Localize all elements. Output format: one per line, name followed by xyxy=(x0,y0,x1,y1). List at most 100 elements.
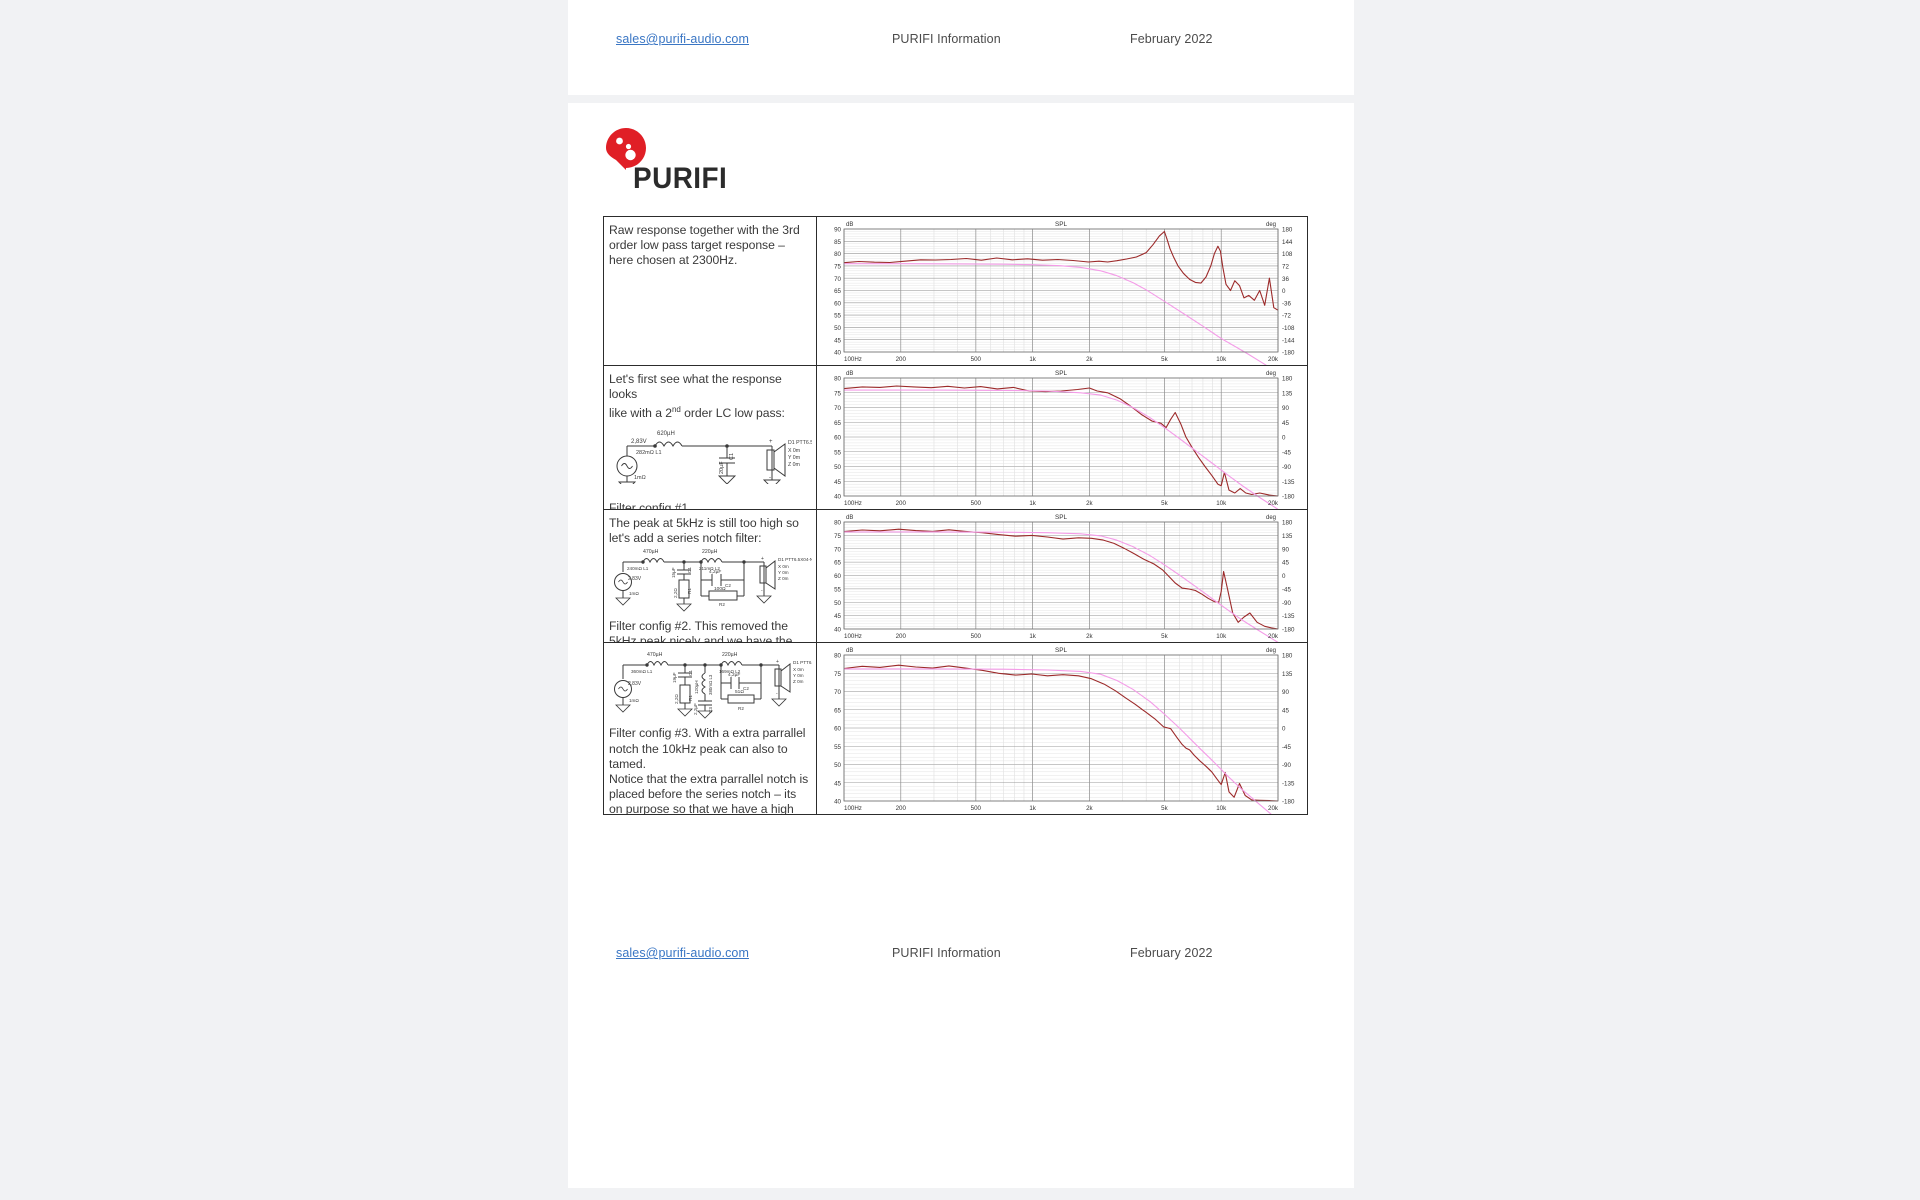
svg-text:90: 90 xyxy=(1282,546,1289,553)
svg-text:dB: dB xyxy=(846,222,853,228)
text-row-3-block-1: The peak at 5kHz is still too high so le… xyxy=(609,515,799,545)
svg-text:Y 0m: Y 0m xyxy=(788,455,800,461)
svg-text:500: 500 xyxy=(971,500,982,507)
svg-text:+: + xyxy=(776,659,779,665)
svg-text:-135: -135 xyxy=(1282,613,1295,620)
svg-text:1k: 1k xyxy=(1029,805,1036,812)
svg-text:180: 180 xyxy=(1282,653,1293,660)
right-column: 40 45 50 55 60 65 70 75 80 85 90 -180 -144 -108 -72 -36… xyxy=(817,217,1307,814)
svg-text:45: 45 xyxy=(1282,420,1289,427)
svg-text:75: 75 xyxy=(834,533,841,540)
svg-text:-135: -135 xyxy=(1282,479,1295,486)
svg-text:51Ω: 51Ω xyxy=(735,689,744,695)
svg-text:45: 45 xyxy=(834,479,841,486)
svg-text:-180: -180 xyxy=(1282,626,1295,633)
svg-text:220µH: 220µH xyxy=(702,549,718,555)
svg-text:100Hz: 100Hz xyxy=(844,500,862,507)
svg-text:2,83V: 2,83V xyxy=(628,576,642,582)
svg-text:180: 180 xyxy=(1282,375,1293,382)
svg-text:75: 75 xyxy=(834,671,841,678)
svg-text:-72: -72 xyxy=(1282,313,1292,320)
footer-info: PURIFI Information xyxy=(892,946,1001,960)
svg-text:135: 135 xyxy=(1282,390,1293,397)
svg-text:45: 45 xyxy=(834,780,841,787)
svg-text:SPL: SPL xyxy=(1055,221,1068,228)
svg-text:2k: 2k xyxy=(1086,805,1093,812)
svg-text:20k: 20k xyxy=(1268,500,1279,507)
svg-text:65: 65 xyxy=(834,420,841,427)
svg-text:80: 80 xyxy=(834,375,841,382)
svg-text:D1 PTT6.5X04-NAA: D1 PTT6.5X04-NAA xyxy=(788,440,812,446)
text-row-2-block-1: Let's first see what the response looks l… xyxy=(609,371,785,421)
svg-text:2k: 2k xyxy=(1086,633,1093,640)
svg-text:70: 70 xyxy=(834,405,841,412)
svg-text:deg: deg xyxy=(1266,371,1276,377)
document-page: PURIFI Raw response together with the 3r… xyxy=(568,103,1354,1188)
svg-text:100Hz: 100Hz xyxy=(844,356,862,363)
svg-text:45: 45 xyxy=(1282,559,1289,566)
svg-text:10k: 10k xyxy=(1216,356,1227,363)
svg-text:C2: C2 xyxy=(743,686,749,691)
svg-text:500: 500 xyxy=(971,633,982,640)
svg-text:deg: deg xyxy=(1266,648,1276,654)
svg-text:180: 180 xyxy=(1282,519,1293,526)
svg-text:72: 72 xyxy=(1282,264,1289,271)
svg-text:60: 60 xyxy=(834,300,841,307)
svg-text:380mΩ L3: 380mΩ L3 xyxy=(708,674,713,695)
svg-text:X 0m: X 0m xyxy=(793,667,804,672)
svg-text:75: 75 xyxy=(834,390,841,397)
svg-text:40: 40 xyxy=(834,799,841,806)
text-row-4-block-1: Filter config #3. With a extra parrallel… xyxy=(609,726,806,771)
chart-2: 40 45 50 55 60 65 70 75 80 -180 -135 -90 -45 0 45 90 135… xyxy=(817,365,1307,509)
svg-text:40: 40 xyxy=(834,626,841,633)
svg-text:-90: -90 xyxy=(1282,464,1292,471)
svg-text:2k: 2k xyxy=(1086,356,1093,363)
svg-text:-36: -36 xyxy=(1282,300,1292,307)
chart-1: 40 45 50 55 60 65 70 75 80 85 90 -180 -144 -108 -72 -36… xyxy=(817,217,1307,365)
footer-email-link[interactable]: sales@purifi-audio.com xyxy=(616,946,749,960)
svg-text:Y 0m: Y 0m xyxy=(793,673,804,678)
svg-text:500: 500 xyxy=(971,356,982,363)
circuit-filter-config-2: 470µH 240mΩ L1 2,83V 1mΩ 15µF C1 2,2Ω R1… xyxy=(609,546,816,617)
svg-text:220µH: 220µH xyxy=(722,652,738,658)
footer-date: February 2022 xyxy=(1130,946,1213,960)
svg-text:+: + xyxy=(761,556,764,562)
svg-text:65: 65 xyxy=(834,559,841,566)
svg-text:-45: -45 xyxy=(1282,586,1292,593)
svg-text:470µH: 470µH xyxy=(643,549,659,555)
svg-text:108: 108 xyxy=(1282,251,1293,258)
cell-text-row-2: Let's first see what the response looks l… xyxy=(604,366,816,510)
cell-text-row-3: The peak at 5kHz is still too high so le… xyxy=(604,510,816,644)
svg-text:45: 45 xyxy=(834,337,841,344)
svg-text:Z 0m: Z 0m xyxy=(788,462,800,468)
svg-text:40: 40 xyxy=(834,493,841,500)
text-row-1-block-1: Raw response together with the 3rd order… xyxy=(609,223,800,268)
chart-cell-3: 40 45 50 55 60 65 70 75 80 -180 -135 -90 -45 0 45 90 135… xyxy=(817,509,1307,644)
svg-text:C3: C3 xyxy=(708,707,713,713)
svg-text:C1: C1 xyxy=(688,670,693,676)
svg-text:D1 PTT6.5X04-NAA: D1 PTT6.5X04-NAA xyxy=(778,557,812,562)
svg-text:200: 200 xyxy=(896,356,907,363)
svg-text:282mΩ L1: 282mΩ L1 xyxy=(636,450,662,456)
svg-text:5k: 5k xyxy=(1161,356,1168,363)
svg-text:1k: 1k xyxy=(1029,500,1036,507)
footer-email-link-previous[interactable]: sales@purifi-audio.com xyxy=(616,32,749,46)
svg-text:4,2µF: 4,2µF xyxy=(709,569,721,575)
svg-text:10k: 10k xyxy=(1216,500,1227,507)
cell-text-row-1: Raw response together with the 3rd order… xyxy=(604,217,816,366)
svg-text:135: 135 xyxy=(1282,533,1293,540)
svg-text:50: 50 xyxy=(834,599,841,606)
svg-text:dB: dB xyxy=(846,371,853,377)
svg-text:60: 60 xyxy=(834,434,841,441)
cell-text-row-4: 470µH 360mΩ L1 2,83V 1mΩ 19µF C1 2,2Ω R1… xyxy=(604,643,816,814)
left-column: Raw response together with the 3rd order… xyxy=(604,217,817,814)
svg-text:5k: 5k xyxy=(1161,805,1168,812)
chart-3: 40 45 50 55 60 65 70 75 80 -180 -135 -90 -45 0 45 90 135… xyxy=(817,509,1307,643)
footer-info-previous: PURIFI Information xyxy=(892,32,1001,46)
svg-text:5k: 5k xyxy=(1161,633,1168,640)
svg-text:1k: 1k xyxy=(1029,633,1036,640)
svg-text:180: 180 xyxy=(1282,227,1293,234)
svg-text:1mΩ: 1mΩ xyxy=(634,475,646,481)
chart-4: 40 45 50 55 60 65 70 75 80 -180 -135 -90 -45 0 45 90 135… xyxy=(817,643,1307,814)
svg-text:60: 60 xyxy=(834,573,841,580)
